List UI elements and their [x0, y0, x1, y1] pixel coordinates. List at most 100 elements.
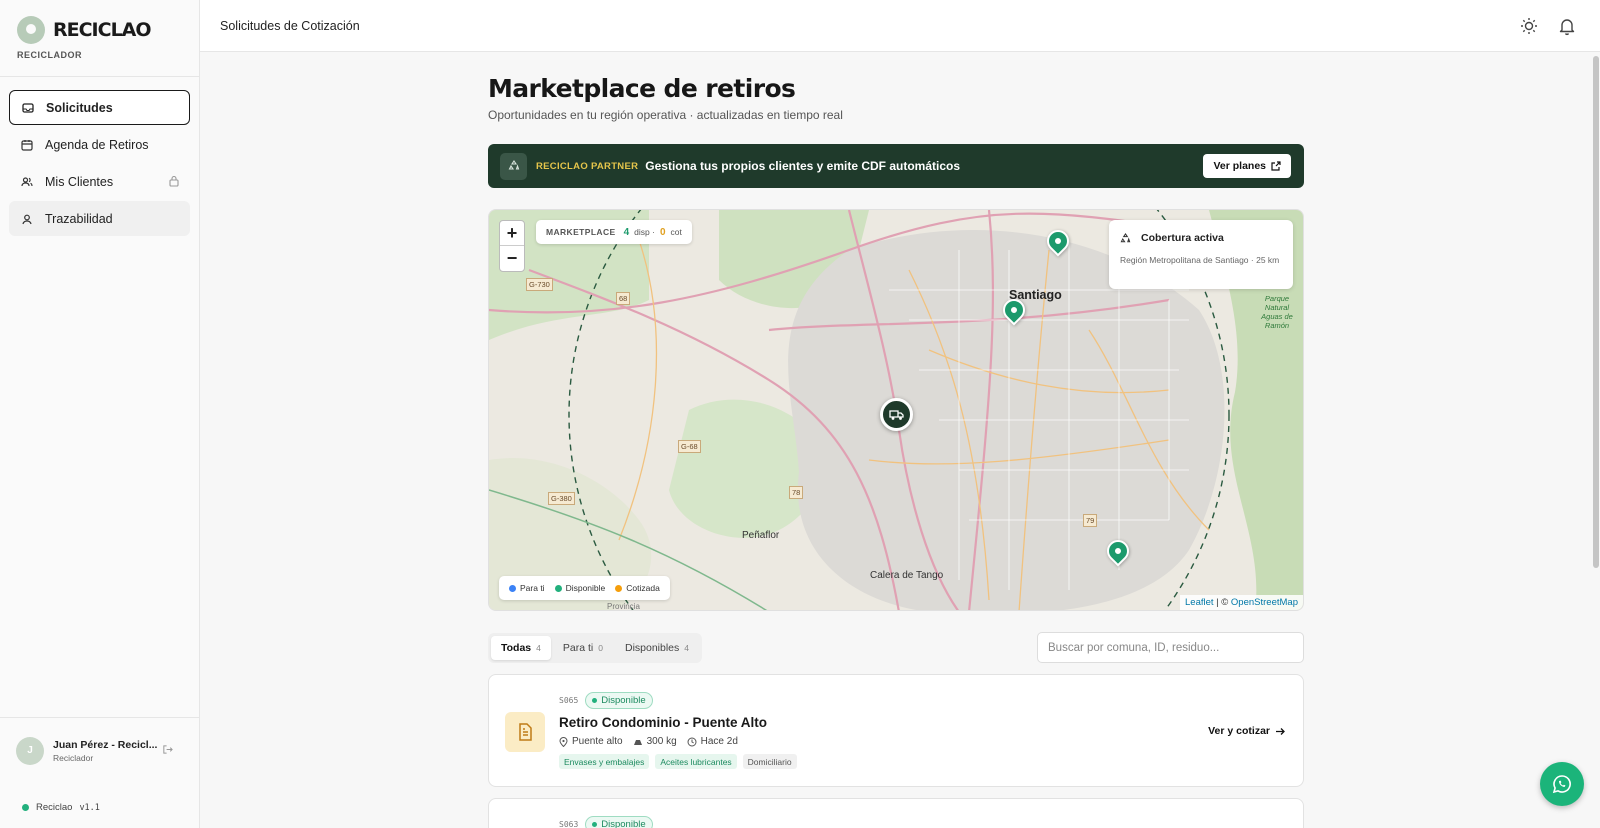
logo-icon — [17, 16, 45, 44]
main-content: Marketplace de retiros Oportunidades en … — [488, 52, 1304, 828]
sidebar-item-trazabilidad[interactable]: Trazabilidad — [9, 201, 190, 236]
available-suffix: disp · — [634, 227, 655, 237]
zoom-out-button[interactable]: − — [500, 246, 524, 271]
sidebar-item-agenda[interactable]: Agenda de Retiros — [9, 127, 190, 162]
marketplace-counter: MARKETPLACE 4 disp · 0 cot — [536, 220, 692, 244]
coverage-title: Cobertura activa — [1141, 232, 1224, 244]
quoted-count: 0 — [659, 226, 666, 238]
origin-tag: Domiciliario — [742, 754, 797, 769]
tab-todas[interactable]: Todas 4 — [491, 635, 551, 660]
sidebar-item-solicitudes[interactable]: Solicitudes — [9, 90, 190, 125]
users-icon — [21, 176, 33, 186]
status-badge: Disponible — [585, 816, 653, 828]
avatar: J — [16, 736, 44, 765]
legend-item: Disponible — [554, 583, 605, 593]
sidebar-nav: Solicitudes Agenda de Retiros Mis Client… — [0, 77, 199, 236]
road-label: G-730 — [526, 278, 553, 291]
available-count: 4 — [623, 226, 630, 238]
request-age: Hace 2d — [687, 736, 738, 747]
pin-icon — [559, 736, 568, 747]
location-person-icon — [22, 214, 32, 224]
coverage-map[interactable]: G-730 68 G-68 G-380 78 79 Santiago Peñaf… — [488, 209, 1304, 611]
sidebar-item-label: Agenda de Retiros — [45, 137, 149, 152]
page-subtitle: Oportunidades en tu región operativa · a… — [488, 108, 843, 122]
request-weight: 300 kg — [633, 736, 677, 747]
user-name: Juan Pérez - Recicl... — [53, 738, 158, 751]
logout-icon[interactable] — [162, 744, 173, 755]
version-label: Reciclao — [36, 802, 73, 813]
ver-planes-button[interactable]: Ver planes — [1203, 154, 1291, 178]
tab-disponibles[interactable]: Disponibles 4 — [615, 636, 699, 660]
user-role: Reciclador — [53, 752, 94, 763]
brand: RECICLAO RECICLADOR — [0, 0, 199, 77]
page-title: Marketplace de retiros — [488, 74, 796, 103]
waste-tag: Aceites lubricantes — [655, 754, 737, 769]
place-label-penaflor: Peñaflor — [742, 530, 780, 541]
document-icon — [505, 712, 545, 752]
version-number: v1.1 — [79, 802, 100, 813]
topbar: Solicitudes de Cotización — [200, 0, 1600, 52]
legend-item: Para ti — [509, 583, 545, 593]
recycle-icon — [500, 152, 527, 180]
sidebar-item-clientes[interactable]: Mis Clientes — [9, 164, 190, 199]
request-title: Retiro Condominio - Puente Alto — [559, 715, 767, 730]
page-breadcrumb: Solicitudes de Cotización — [220, 18, 360, 33]
brand-role: RECICLADOR — [17, 50, 82, 60]
search-input[interactable] — [1037, 632, 1304, 663]
filter-bar: Todas 4 Para ti 0 Disponibles 4 — [488, 632, 1304, 663]
lock-icon — [169, 175, 179, 187]
request-card[interactable]: S063 Disponible — [488, 798, 1304, 828]
quoted-suffix: cot — [670, 227, 682, 237]
scrollbar[interactable] — [1593, 56, 1599, 568]
sidebar-item-label: Solicitudes — [46, 100, 113, 115]
whatsapp-button[interactable] — [1540, 762, 1584, 806]
status-badge: Disponible — [585, 692, 653, 709]
marketplace-label: MARKETPLACE — [546, 227, 616, 237]
request-card[interactable]: S065 Disponible Retiro Condominio - Puen… — [488, 674, 1304, 787]
inbox-icon — [22, 102, 34, 113]
sidebar: RECICLAO RECICLADOR Solicitudes Agenda d… — [0, 0, 200, 828]
user-profile[interactable]: J Juan Pérez - Recicl... Reciclador — [0, 717, 199, 783]
road-label: G-68 — [678, 440, 701, 453]
whatsapp-icon — [1552, 775, 1571, 794]
partner-tag: RECICLAO PARTNER — [536, 160, 639, 172]
sun-icon[interactable] — [1519, 16, 1539, 36]
map-attribution: Leaflet | © OpenStreetMap — [1180, 595, 1303, 610]
road-label: 68 — [616, 292, 631, 305]
leaflet-link[interactable]: Leaflet — [1185, 597, 1214, 608]
truck-icon[interactable] — [880, 398, 913, 431]
ver-planes-label: Ver planes — [1213, 160, 1266, 172]
status-dot — [22, 804, 29, 811]
clock-icon — [687, 737, 697, 746]
version-status: Reciclao v1.1 — [22, 802, 100, 813]
road-label: 79 — [1083, 514, 1098, 527]
recycle-icon — [1120, 232, 1131, 242]
ver-y-cotizar-button[interactable]: Ver y cotizar — [1208, 725, 1285, 737]
weight-icon — [633, 740, 642, 745]
place-label-park: Parque Natural Aguas de Ramón — [1261, 294, 1293, 330]
partner-text: Gestiona tus propios clientes y emite CD… — [645, 159, 961, 173]
tab-para-ti[interactable]: Para ti 0 — [553, 636, 613, 660]
waste-tag: Envases y embalajes — [559, 754, 650, 769]
sidebar-item-label: Mis Clientes — [45, 174, 114, 189]
zoom-control: + − — [499, 220, 525, 272]
road-label: G-380 — [548, 492, 575, 505]
request-location: Puente alto — [559, 736, 623, 747]
zoom-in-button[interactable]: + — [500, 221, 524, 246]
filter-tabs: Todas 4 Para ti 0 Disponibles 4 — [488, 632, 702, 663]
place-label-provincia: Provincia — [607, 602, 640, 611]
external-link-icon — [1271, 161, 1281, 171]
osm-link[interactable]: OpenStreetMap — [1231, 597, 1298, 608]
coverage-card: Cobertura activa Región Metropolitana de… — [1109, 220, 1293, 289]
place-label-calera: Calera de Tango — [870, 570, 944, 581]
calendar-icon — [21, 139, 33, 151]
request-id: S065 — [559, 696, 579, 705]
sidebar-item-label: Trazabilidad — [45, 211, 113, 226]
request-id: S063 — [559, 820, 579, 828]
road-label: 78 — [789, 486, 804, 499]
partner-banner: RECICLAO PARTNER Gestiona tus propios cl… — [488, 144, 1304, 188]
legend-item: Cotizada — [615, 583, 660, 593]
arrow-right-icon — [1276, 727, 1285, 735]
coverage-subtitle: Región Metropolitana de Santiago · 25 km — [1120, 255, 1280, 265]
bell-icon[interactable] — [1557, 16, 1577, 36]
